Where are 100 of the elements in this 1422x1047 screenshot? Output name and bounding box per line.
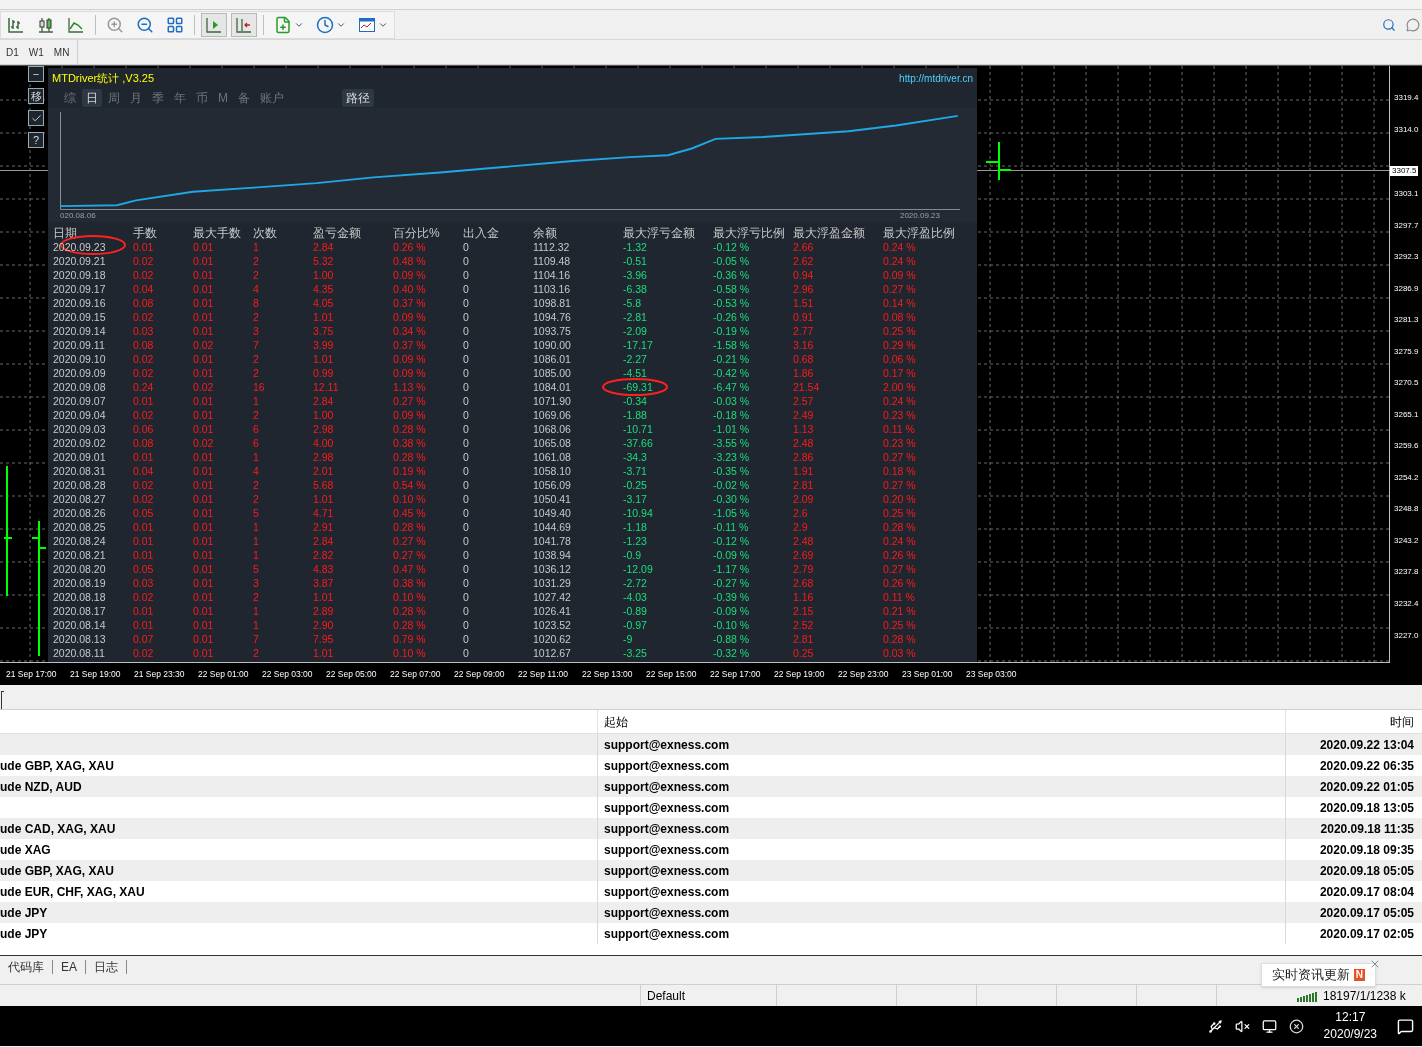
table-cell: -0.39 % — [713, 590, 750, 604]
table-cell: 0.06 — [133, 422, 154, 436]
close-icon[interactable] — [1369, 958, 1381, 970]
news-row[interactable]: support@exness.com 2020.09.22 13:04 — [0, 734, 1422, 755]
table-cell: 0.01 — [193, 548, 214, 562]
table-cell: 0 — [463, 338, 469, 352]
timeframe-button[interactable]: D1 — [6, 44, 19, 60]
table-cell: 0.37 % — [393, 338, 426, 352]
table-cell: 2020.09.21 — [53, 254, 106, 268]
table-cell: 0.01 — [193, 618, 214, 632]
chart-side-button[interactable]: ? — [28, 132, 44, 148]
popup-text: 实时资讯更新 — [1271, 966, 1350, 985]
chart-side-button[interactable]: − — [28, 66, 44, 82]
timeframe-button[interactable]: W1 — [28, 44, 44, 60]
time-label: 23 Sep 01:00 — [902, 667, 954, 681]
template-icon — [358, 15, 376, 34]
table-cell: 0.38 % — [393, 576, 426, 590]
table-cell: 1.13 % — [393, 380, 426, 394]
table-cell: 0.01 — [133, 618, 154, 632]
table-cell: 1 — [253, 240, 259, 254]
table-cell: -0.10 % — [713, 618, 750, 632]
table-cell: -1.23 — [623, 534, 647, 548]
clock-icon — [316, 15, 334, 34]
error-icon[interactable] — [1288, 1018, 1304, 1034]
chart-side-button[interactable]: 移 — [28, 88, 44, 104]
time-label: 22 Sep 05:00 — [326, 667, 378, 681]
table-cell: 1090.00 — [533, 338, 571, 352]
column-header: 百分比% — [393, 226, 441, 240]
search-icon[interactable] — [1382, 17, 1396, 32]
period-tab[interactable]: 日 — [82, 89, 102, 107]
table-cell: -0.36 % — [713, 268, 750, 282]
table-cell: 0.02 — [133, 352, 154, 366]
price-label: 3254.2 — [1393, 472, 1419, 483]
table-cell: 0.01 — [193, 282, 214, 296]
news-row[interactable]: ude GBP, XAG, XAU support@exness.com 2020.09.18 05:05 — [0, 860, 1422, 881]
table-cell: 0.26 % — [393, 240, 426, 254]
chat-icon[interactable] — [1406, 17, 1420, 32]
table-cell: 0.09 % — [393, 352, 426, 366]
panel-title: MTDriver统计 ,V3.25 — [52, 70, 155, 86]
table-cell: 0.06 % — [883, 352, 916, 366]
news-row[interactable]: ude NZD, AUD support@exness.com 2020.09.22 01:05 — [0, 776, 1422, 797]
notification-popup[interactable]: 实时资讯更新 N — [1260, 963, 1376, 987]
news-time: 2020.09.22 13:04 — [1319, 736, 1414, 754]
table-cell: 1093.75 — [533, 324, 571, 338]
table-cell: 0.45 % — [393, 506, 426, 520]
table-cell: 1 — [253, 534, 259, 548]
price-label: 3270.5 — [1393, 378, 1419, 389]
news-subject: ude JPY — [0, 925, 48, 943]
table-cell: 8 — [253, 296, 259, 310]
timeframe-button[interactable]: MN — [53, 44, 70, 60]
table-cell: 2.84 — [313, 534, 334, 548]
news-time: 2020.09.22 06:35 — [1319, 757, 1414, 775]
table-cell: 21.54 — [793, 380, 820, 394]
zoom-out-icon — [136, 15, 154, 34]
table-cell: 0.21 % — [883, 604, 916, 618]
table-cell: -37.66 — [623, 436, 653, 450]
table-cell: 0 — [463, 324, 469, 338]
table-cell: 0 — [463, 618, 469, 632]
table-cell: 0.18 % — [883, 464, 916, 478]
table-cell: 0.28 % — [393, 450, 426, 464]
table-cell: 0.23 % — [883, 436, 916, 450]
website-link[interactable]: http://mtdriver.cn — [899, 70, 973, 86]
table-cell: 5 — [253, 562, 259, 576]
notification-icon[interactable] — [1397, 1017, 1414, 1035]
toolbar-button[interactable] — [231, 12, 257, 37]
candlestick-icon — [37, 15, 55, 34]
news-sender: support@exness.com — [604, 883, 730, 901]
news-row[interactable]: ude JPY support@exness.com 2020.09.17 05:05 — [0, 902, 1422, 923]
table-cell: -0.09 % — [713, 604, 750, 618]
speaker-muted-icon[interactable] — [1234, 1018, 1250, 1034]
bottom-tab[interactable]: EA — [53, 959, 86, 974]
table-cell: 2020.09.10 — [53, 352, 106, 366]
news-subject: ude NZD, AUD — [0, 778, 82, 796]
table-cell: 2020.09.11 — [53, 338, 105, 352]
table-cell: 2020.08.24 — [53, 534, 106, 548]
bottom-tab[interactable]: 日志 — [86, 959, 127, 974]
check-button[interactable] — [28, 110, 44, 126]
table-cell: -0.18 % — [713, 408, 750, 422]
table-cell: 2.81 — [793, 478, 814, 492]
path-button[interactable]: 路径 — [342, 89, 374, 107]
table-cell: 0.24 % — [883, 240, 916, 254]
table-cell: -0.05 % — [713, 254, 750, 268]
usb-icon[interactable] — [1207, 1018, 1223, 1034]
table-cell: -1.01 % — [713, 422, 750, 436]
table-cell: 0 — [463, 450, 469, 464]
toolbar-button[interactable] — [201, 12, 227, 37]
price-label: 3243.2 — [1393, 535, 1419, 546]
table-cell: 2.91 — [313, 520, 334, 534]
table-cell: 0.01 — [133, 534, 154, 548]
network-icon[interactable] — [1261, 1018, 1277, 1034]
time-label: 22 Sep 03:00 — [262, 667, 314, 681]
table-cell: -12.09 — [623, 562, 653, 576]
bottom-tab[interactable]: 代码库 — [0, 959, 53, 974]
news-row[interactable]: ude CAD, XAG, XAU support@exness.com 2020.09.18 11:35 — [0, 818, 1422, 839]
table-cell: 0 — [463, 548, 469, 562]
table-cell: -4.03 — [623, 590, 647, 604]
table-cell: 1036.12 — [533, 562, 571, 576]
table-cell: 0.02 — [133, 310, 154, 324]
table-cell: 0.04 — [133, 464, 154, 478]
table-cell: 2.90 — [313, 618, 334, 632]
